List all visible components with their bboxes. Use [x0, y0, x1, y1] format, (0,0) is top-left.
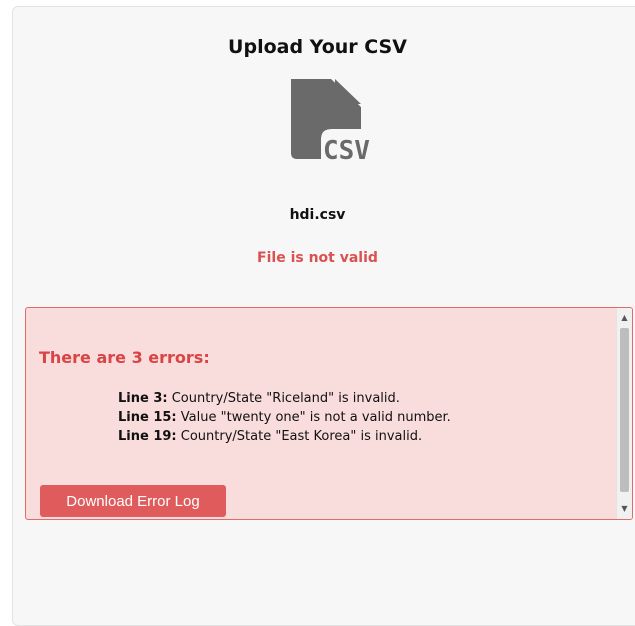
error-line-number: Line 3:: [118, 391, 168, 406]
csv-file-icon: CSV: [291, 79, 370, 161]
error-item: Line 19: Country/State "East Korea" is i…: [118, 427, 451, 446]
error-item: Line 3: Country/State "Riceland" is inva…: [118, 389, 451, 408]
error-message: Country/State "East Korea" is invalid.: [180, 429, 423, 444]
validation-status: File is not valid: [257, 250, 378, 266]
download-error-log-button[interactable]: Download Error Log: [40, 485, 226, 517]
error-message: Value "twenty one" is not a valid number…: [180, 410, 451, 425]
csv-icon-label: CSV: [323, 136, 370, 161]
page-title: Upload Your CSV: [228, 36, 407, 58]
scroll-down-arrow-icon[interactable]: ▼: [617, 502, 632, 516]
error-list: Line 3: Country/State "Riceland" is inva…: [118, 389, 451, 446]
uploaded-filename: hdi.csv: [289, 207, 346, 223]
error-panel-scrollbar[interactable]: ▲ ▼: [616, 308, 632, 519]
error-count-heading: There are 3 errors:: [39, 348, 210, 367]
error-message: Country/State "Riceland" is invalid.: [171, 391, 400, 406]
error-item: Line 15: Value "twenty one" is not a val…: [118, 408, 451, 427]
scrollbar-thumb[interactable]: [620, 328, 629, 492]
error-line-number: Line 15:: [118, 410, 177, 425]
scroll-up-arrow-icon[interactable]: ▲: [617, 311, 632, 325]
error-line-number: Line 19:: [118, 429, 177, 444]
error-panel[interactable]: There are 3 errors: Line 3: Country/Stat…: [25, 307, 633, 520]
